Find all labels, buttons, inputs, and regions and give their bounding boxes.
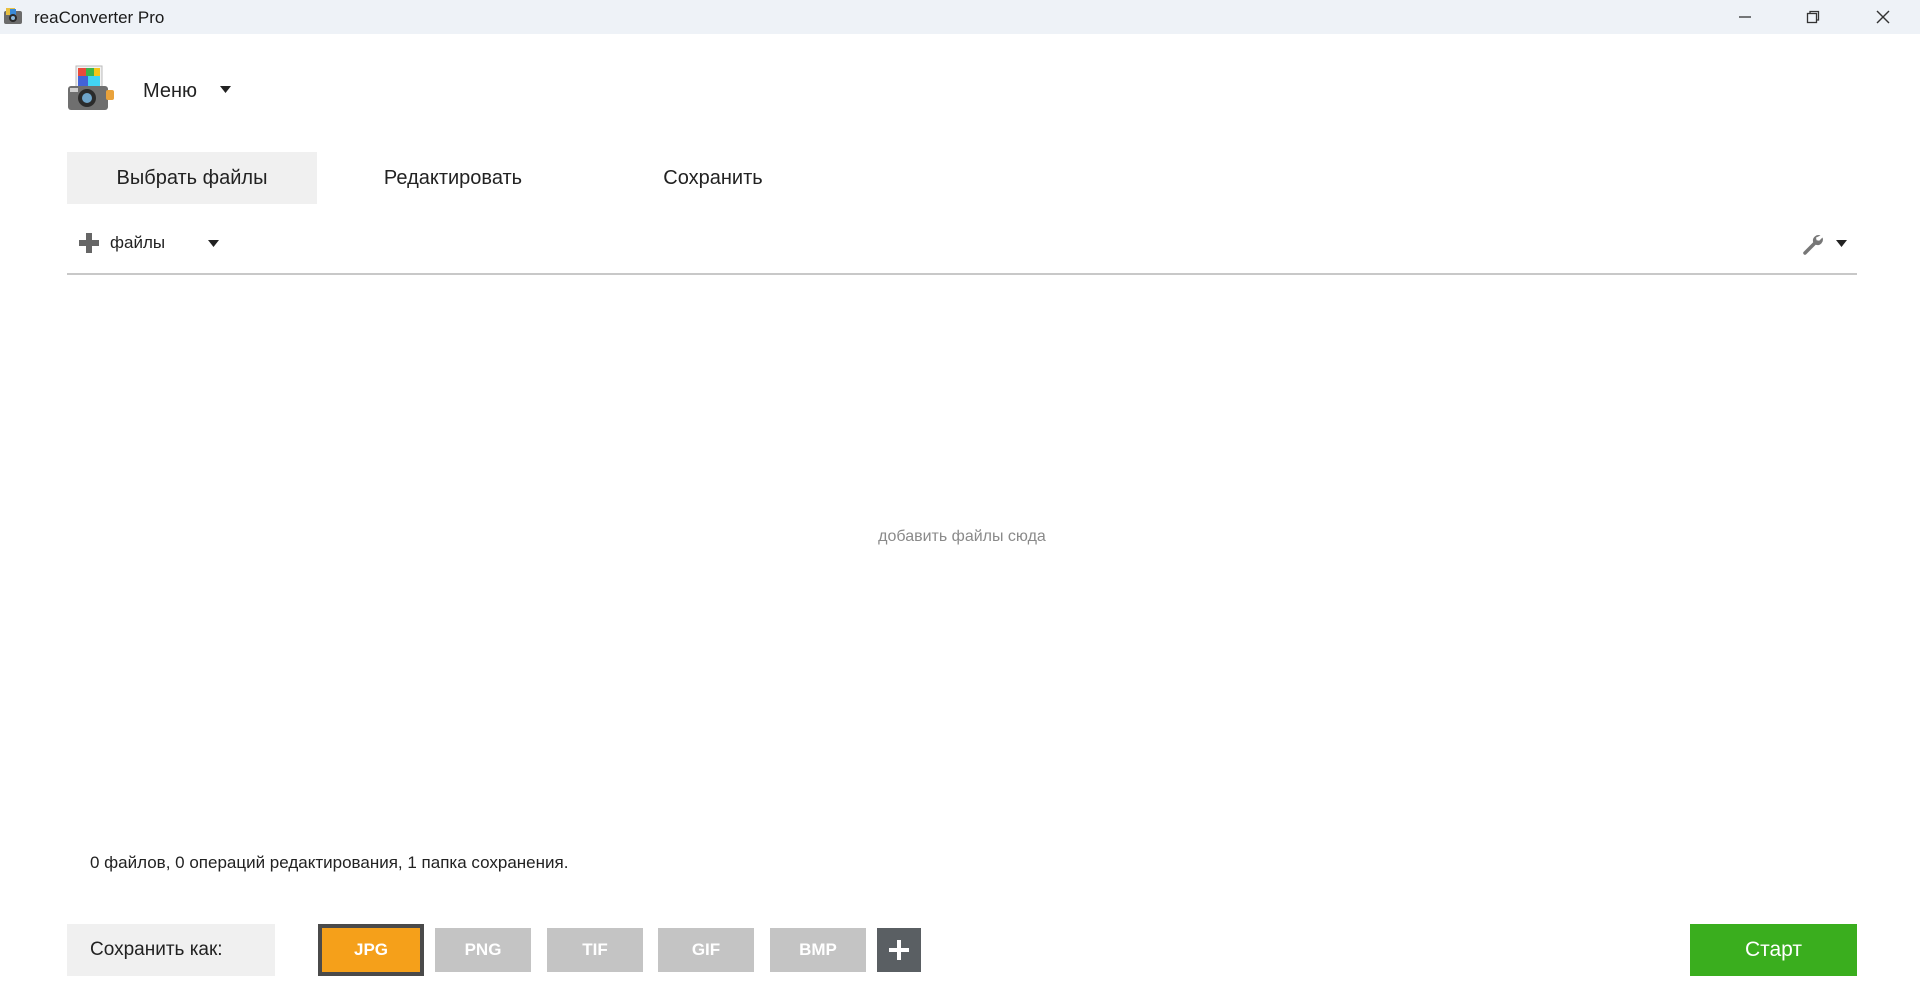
plus-icon — [889, 940, 909, 960]
add-files-label: файлы — [110, 233, 166, 252]
settings-dropdown-icon[interactable] — [1836, 240, 1847, 248]
menu-label[interactable]: Меню — [143, 80, 197, 103]
status-text: 0 файлов, 0 операций редактирования, 1 п… — [90, 853, 569, 872]
format-png-button[interactable]: PNG — [435, 928, 531, 972]
app-logo[interactable] — [66, 64, 116, 114]
wrench-icon[interactable] — [1800, 232, 1824, 256]
tab-label: Сохранить — [663, 166, 763, 189]
caret-down-icon[interactable] — [220, 86, 231, 94]
format-label: PNG — [464, 940, 502, 959]
restore-icon — [1806, 10, 1820, 24]
format-gif-button[interactable]: GIF — [658, 928, 754, 972]
minimize-button[interactable] — [1710, 0, 1780, 34]
format-label: JPG — [353, 940, 389, 959]
tab-edit[interactable]: Редактировать — [338, 152, 568, 204]
file-drop-area[interactable]: добавить файлы сюда — [67, 276, 1857, 836]
format-tif-button[interactable]: TIF — [547, 928, 643, 972]
tab-label: Выбрать файлы — [116, 166, 268, 189]
drop-hint: добавить файлы сюда — [878, 528, 1046, 545]
restore-button[interactable] — [1778, 0, 1848, 34]
format-label: GIF — [691, 940, 721, 959]
minimize-icon — [1739, 16, 1751, 18]
plus-icon — [79, 233, 99, 253]
window-title: reaConverter Pro — [34, 8, 165, 27]
format-label: BMP — [799, 940, 837, 959]
close-button[interactable] — [1848, 0, 1918, 34]
toolbar-divider — [67, 273, 1857, 275]
tab-select-files[interactable]: Выбрать файлы — [67, 152, 317, 204]
app-icon — [4, 8, 22, 24]
format-bmp-button[interactable]: BMP — [770, 928, 866, 972]
start-button[interactable]: Старт — [1690, 924, 1857, 976]
add-files-button[interactable]: файлы — [78, 232, 165, 254]
add-format-button[interactable] — [877, 928, 921, 972]
format-jpg-button[interactable]: JPG — [318, 924, 424, 976]
app-window: reaConverter Pro Меню Выбрать файлы Реда… — [0, 0, 1920, 1008]
tab-save[interactable]: Сохранить — [598, 152, 828, 204]
close-icon — [1876, 10, 1890, 24]
save-as-label: Сохранить как: — [67, 924, 275, 976]
format-label: TIF — [582, 940, 608, 959]
title-bar: reaConverter Pro — [0, 0, 1920, 34]
tab-label: Редактировать — [383, 166, 523, 189]
add-files-dropdown-icon[interactable] — [208, 240, 219, 248]
